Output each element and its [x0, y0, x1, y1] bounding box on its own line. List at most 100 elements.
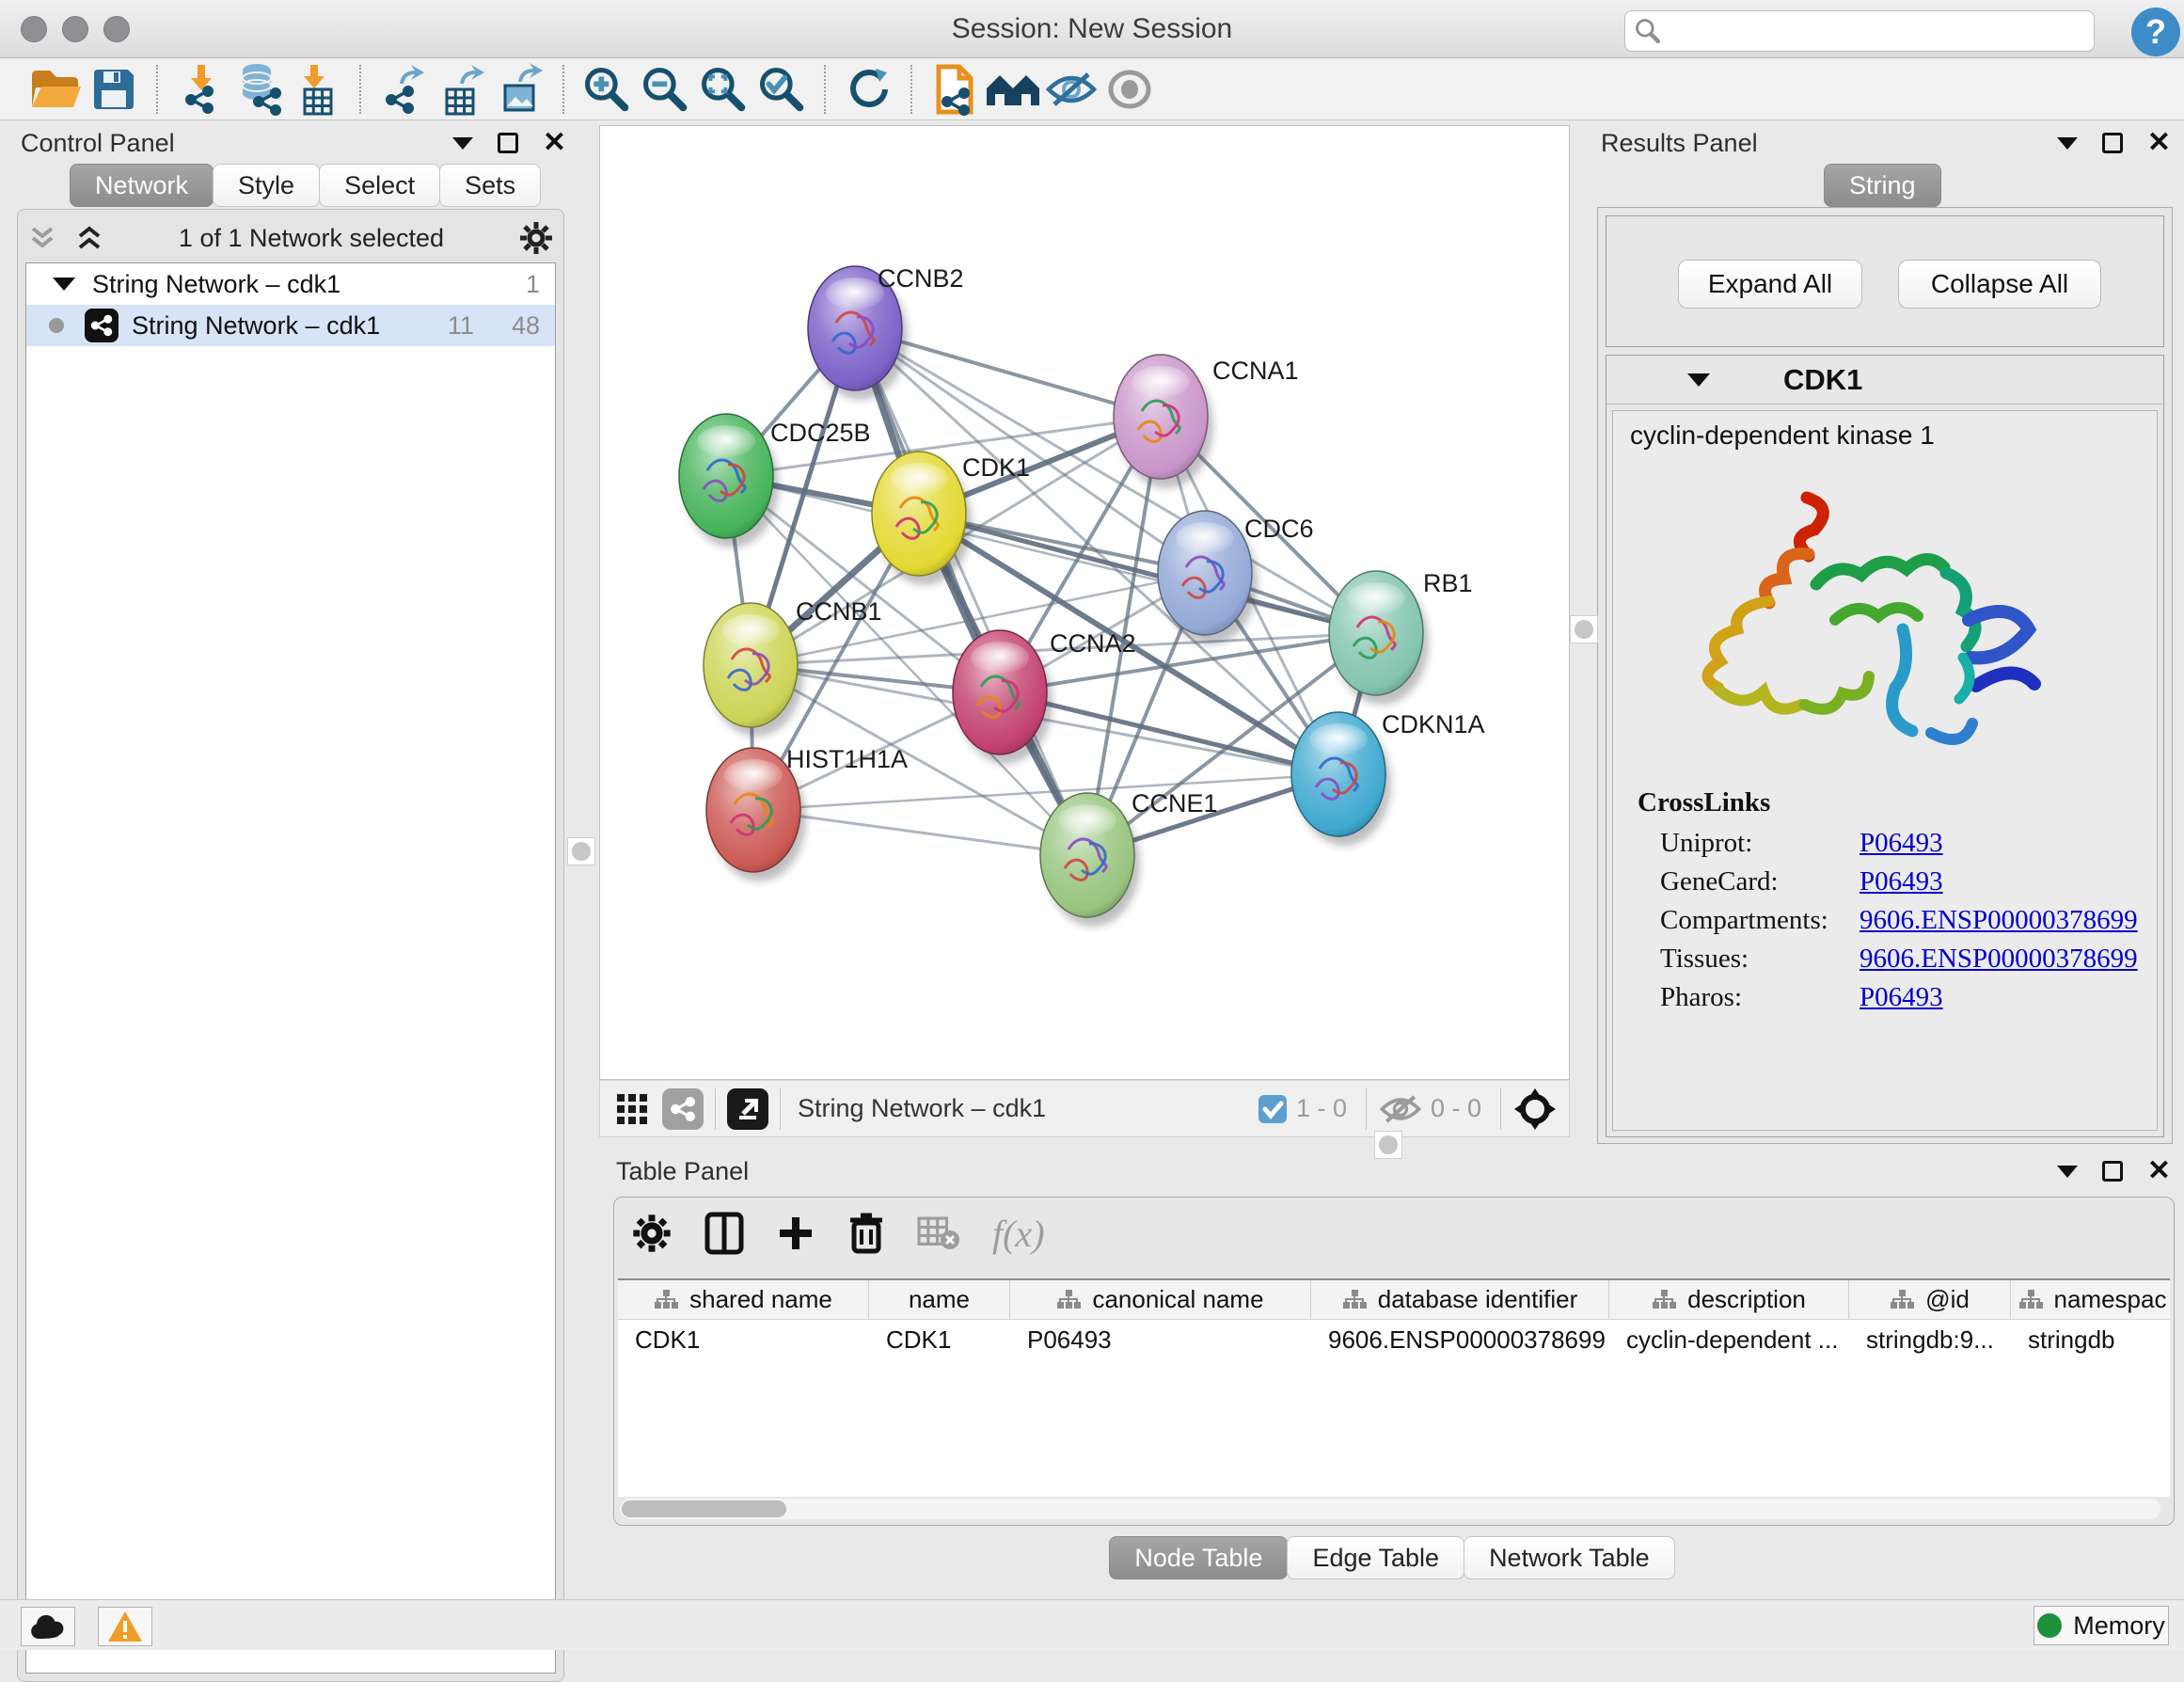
column-header-database-identifier[interactable]: database identifier [1311, 1280, 1609, 1319]
table-settings-gear-icon[interactable] [631, 1213, 673, 1254]
tab-style[interactable]: Style [213, 164, 320, 207]
zoom-out-button[interactable] [636, 62, 694, 117]
zoom-in-button[interactable] [578, 62, 636, 117]
panel-menu-icon[interactable] [2057, 137, 2078, 150]
column-header-description[interactable]: description [1609, 1280, 1849, 1319]
refresh-icon [844, 65, 893, 114]
collapse-all-icon[interactable] [27, 223, 57, 253]
hidden-eye-icon[interactable] [1378, 1092, 1423, 1126]
birdseye-view-icon[interactable] [1512, 1087, 1558, 1132]
open-view-in-window-icon[interactable] [727, 1088, 768, 1130]
scrollbar-thumb[interactable] [622, 1500, 786, 1517]
collapse-all-button[interactable]: Collapse All [1898, 260, 2101, 309]
save-session-button[interactable] [85, 62, 143, 117]
import-table-button[interactable] [288, 62, 346, 117]
column-header-canonical-name[interactable]: canonical name [1010, 1280, 1311, 1319]
show-columns-icon[interactable] [704, 1212, 744, 1255]
expand-all-button[interactable]: Expand All [1678, 260, 1862, 309]
network-name: String Network – cdk1 [132, 311, 380, 341]
network-node-cdc6[interactable]: CDC6 [1158, 511, 1314, 644]
column-label: shared name [689, 1285, 832, 1314]
grid-view-icon[interactable] [615, 1092, 649, 1126]
show-hide-button[interactable] [1042, 62, 1100, 117]
column-header--id[interactable]: @id [1849, 1280, 2011, 1319]
table-cell[interactable]: 9606.ENSP00000378699 [1311, 1320, 1609, 1359]
help-button[interactable]: ? [2131, 8, 2180, 56]
add-column-icon[interactable] [776, 1214, 815, 1253]
tab-network-table[interactable]: Network Table [1464, 1536, 1675, 1579]
panel-close-icon[interactable]: ✕ [543, 133, 566, 153]
network-canvas[interactable]: CCNB2CCNA1CDC25BCDK1CDC6RB1CCNB1CCNA2CDK… [599, 125, 1570, 1080]
zoom-fit-button[interactable] [694, 62, 752, 117]
table-cell[interactable]: stringdb:9... [1849, 1320, 2011, 1359]
tab-edge-table[interactable]: Edge Table [1287, 1536, 1464, 1579]
crosslink-genecard-link[interactable]: P06493 [1860, 866, 1943, 897]
tab-select[interactable]: Select [319, 164, 440, 207]
search-field[interactable] [1624, 10, 2095, 52]
selected-checkbox-icon[interactable] [1257, 1093, 1289, 1125]
network-node-hist1h1a[interactable]: HIST1H1A [706, 745, 908, 881]
open-session-button[interactable] [26, 62, 85, 117]
column-header-namespac[interactable]: namespac [2011, 1280, 2170, 1319]
panel-menu-icon[interactable] [452, 137, 473, 150]
panel-menu-icon[interactable] [2057, 1166, 2078, 1178]
network-node-ccna1[interactable]: CCNA1 [1114, 355, 1299, 488]
table-cell[interactable]: stringdb [2011, 1320, 2170, 1359]
panel-float-icon[interactable] [498, 133, 518, 153]
network-edge[interactable] [855, 328, 1087, 855]
panel-close-icon[interactable]: ✕ [2147, 1161, 2171, 1182]
home-pages-button[interactable] [984, 62, 1042, 117]
tab-string[interactable]: String [1824, 164, 1941, 207]
export-network-button[interactable] [374, 62, 433, 117]
node-table[interactable]: shared name namecanonical namedatabase id… [618, 1278, 2170, 1497]
panel-float-icon[interactable] [2102, 133, 2123, 153]
inspect-button[interactable] [1100, 62, 1159, 117]
network-node-ccne1[interactable]: CCNE1 [1040, 789, 1218, 927]
search-input[interactable] [1669, 17, 2084, 46]
crosslink-tissues-link[interactable]: 9606.ENSP00000378699 [1860, 944, 2138, 975]
panel-close-icon[interactable]: ✕ [2147, 133, 2171, 153]
tab-sets[interactable]: Sets [439, 164, 541, 207]
toolbar-separator [715, 1088, 716, 1130]
import-network-database-button[interactable] [229, 62, 288, 117]
tab-network[interactable]: Network [70, 164, 214, 207]
section-collapse-icon[interactable] [1687, 373, 1710, 387]
right-splitter-handle[interactable] [1570, 615, 1598, 643]
crosslink-uniprot-link[interactable]: P06493 [1860, 828, 1943, 859]
network-options-gear-icon[interactable] [518, 220, 554, 256]
table-cell[interactable]: cyclin-dependent ... [1609, 1320, 1849, 1359]
export-table-button[interactable] [433, 62, 491, 117]
gene-section-header[interactable]: CDK1 [1606, 356, 2163, 405]
crosslink-pharos-link[interactable]: P06493 [1860, 982, 1943, 1013]
network-node-cdkn1a[interactable]: CDKN1A [1291, 710, 1485, 846]
node-label: CCNA2 [1050, 629, 1136, 658]
string-network-icon[interactable] [662, 1088, 704, 1130]
column-header-shared-name[interactable]: shared name [618, 1280, 869, 1319]
table-cell[interactable]: CDK1 [869, 1320, 1010, 1359]
share-file-button[interactable] [926, 62, 984, 117]
cloud-status-button[interactable] [21, 1607, 75, 1646]
table-horizontal-scrollbar[interactable] [620, 1499, 2160, 1519]
export-image-button[interactable] [491, 62, 549, 117]
memory-button[interactable]: Memory [2034, 1606, 2169, 1645]
network-collection-row[interactable]: String Network – cdk1 1 [26, 263, 555, 305]
import-network-file-button[interactable] [171, 62, 229, 117]
expand-all-icon[interactable] [74, 223, 104, 253]
column-header-name[interactable]: name [869, 1280, 1010, 1319]
table-cell[interactable]: P06493 [1010, 1320, 1311, 1359]
toolbar-separator [824, 65, 826, 114]
left-splitter-handle[interactable] [567, 837, 595, 865]
tab-node-table[interactable]: Node Table [1109, 1536, 1288, 1579]
warnings-button[interactable] [98, 1607, 152, 1646]
network-row[interactable]: String Network – cdk1 11 48 [26, 305, 555, 346]
zoom-selected-button[interactable] [752, 62, 811, 117]
table-cell[interactable]: CDK1 [618, 1320, 869, 1359]
panel-float-icon[interactable] [2102, 1161, 2123, 1182]
collection-expand-icon[interactable] [53, 278, 75, 291]
crosslink-compartments-link[interactable]: 9606.ENSP00000378699 [1860, 905, 2138, 936]
refresh-view-button[interactable] [839, 62, 897, 117]
network-node-rb1[interactable]: RB1 [1329, 569, 1473, 705]
network-node-ccnb1[interactable]: CCNB1 [704, 597, 882, 737]
bottom-splitter-handle[interactable] [1374, 1131, 1402, 1159]
delete-column-icon[interactable] [847, 1212, 885, 1255]
